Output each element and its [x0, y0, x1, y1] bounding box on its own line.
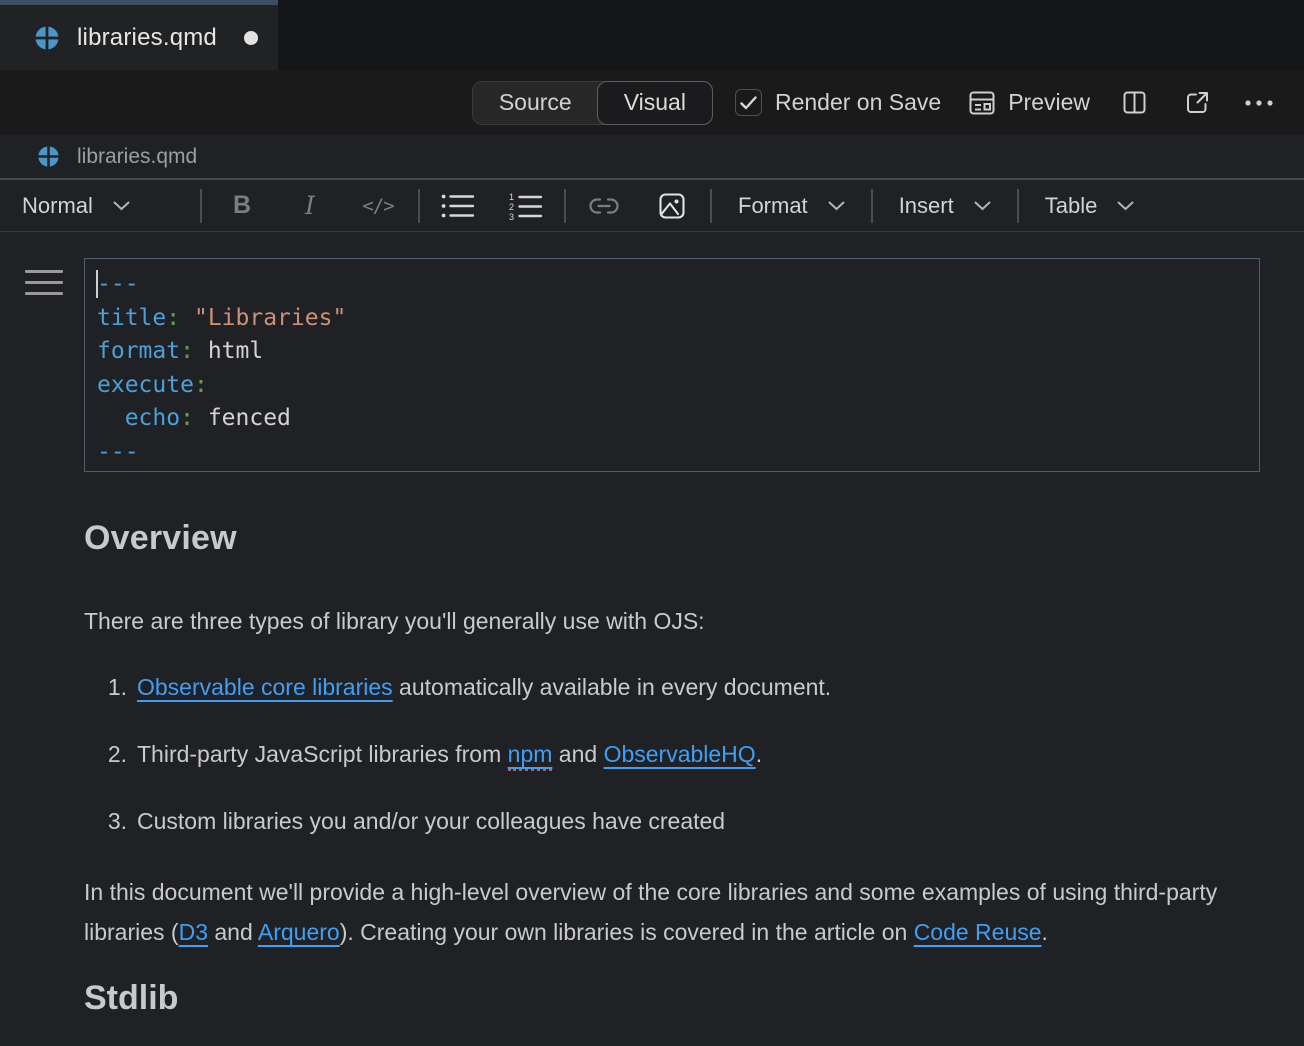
check-icon [740, 96, 757, 110]
table-menu-label: Table [1045, 193, 1098, 219]
tab-strip: libraries.qmd [0, 0, 1304, 70]
text-run: automatically available in every documen… [393, 674, 832, 700]
svg-text:1: 1 [509, 192, 514, 202]
list-number: 3. [103, 801, 127, 841]
list-item: 2.Third-party JavaScript libraries from … [103, 734, 1260, 774]
d3-link[interactable]: D3 [179, 919, 208, 945]
arquero-link[interactable]: Arquero [258, 919, 340, 945]
mode-toggle: Source Visual [472, 81, 713, 125]
preview-label: Preview [1008, 89, 1090, 116]
toolbar-separator [418, 189, 420, 223]
visual-editor-content: ---title: "Libraries"format: htmlexecute… [0, 232, 1304, 1018]
code-line: echo: fenced [97, 402, 1259, 436]
text-run: . [756, 741, 762, 767]
list-item: 1.Observable core libraries automaticall… [103, 667, 1260, 707]
paragraph-style-label: Normal [22, 193, 93, 219]
list-number: 2. [103, 734, 127, 774]
svg-text:2: 2 [509, 202, 514, 212]
svg-text:3: 3 [509, 212, 514, 220]
block-drag-handle-icon[interactable] [25, 270, 63, 303]
tab-title: libraries.qmd [77, 24, 217, 52]
text-run: . [1042, 919, 1048, 945]
insert-menu[interactable]: Insert [873, 193, 1017, 219]
intro-paragraph: There are three types of library you'll … [84, 601, 1234, 641]
list-item-text: Third-party JavaScript libraries from np… [137, 734, 762, 774]
preview-button[interactable]: Preview [967, 88, 1090, 118]
text-run: Third-party JavaScript libraries from [137, 741, 508, 767]
italic-icon[interactable]: I [276, 186, 344, 226]
list-item: 3. Custom libraries you and/or your colle… [103, 801, 1260, 841]
code-line: --- [97, 268, 1259, 302]
insert-menu-label: Insert [899, 193, 954, 219]
tab-libraries-qmd[interactable]: libraries.qmd [0, 0, 278, 70]
chevron-down-icon [1117, 201, 1134, 211]
text-run: ). Creating your own libraries is covere… [340, 919, 914, 945]
doc-paragraph: In this document we'll provide a high-le… [84, 872, 1234, 952]
open-preview-external-icon[interactable] [1184, 89, 1211, 116]
visual-mode-button[interactable]: Visual [597, 81, 713, 125]
bold-icon[interactable]: B [208, 186, 276, 226]
text-run: and [208, 919, 258, 945]
observablehq-link[interactable]: ObservableHQ [604, 741, 756, 767]
format-menu-label: Format [738, 193, 808, 219]
quarto-icon [37, 145, 60, 168]
text-run: and [552, 741, 603, 767]
numbered-list-icon[interactable]: 1 2 3 [492, 186, 560, 226]
section-heading-overview: Overview [84, 519, 1260, 558]
render-on-save-label: Render on Save [775, 89, 941, 116]
image-icon[interactable] [638, 186, 706, 226]
breadcrumb-filename: libraries.qmd [77, 145, 197, 169]
code-icon[interactable]: </> [344, 186, 412, 226]
section-heading-stdlib: Stdlib [84, 979, 1260, 1018]
npm-link[interactable]: npm [508, 741, 553, 771]
source-mode-button[interactable]: Source [473, 82, 598, 124]
editor-actions-toolbar: Source Visual Render on Save Prev [0, 70, 1304, 135]
format-toolbar: Normal B I </> 1 2 3 [0, 180, 1304, 232]
bulleted-list-icon[interactable] [424, 186, 492, 226]
text-cursor [96, 270, 98, 298]
doc-ordered-list: 1.Observable core libraries automaticall… [84, 667, 1260, 841]
yaml-code: ---title: "Libraries"format: htmlexecute… [97, 268, 1259, 469]
vscode-window: libraries.qmd Source Visual Render on Sa… [0, 0, 1304, 1046]
code-line: format: html [97, 335, 1259, 369]
split-editor-icon[interactable] [1121, 89, 1148, 116]
toolbar-separator [564, 189, 566, 223]
empty-tab-area [278, 0, 1304, 70]
code-line: --- [97, 436, 1259, 470]
link-icon[interactable] [570, 186, 638, 226]
chevron-down-icon [974, 201, 991, 211]
chevron-down-icon [113, 201, 130, 211]
code-line: title: "Libraries" [97, 302, 1259, 336]
breadcrumb[interactable]: libraries.qmd [0, 135, 1304, 178]
toolbar-separator [200, 189, 202, 223]
list-item-text: Observable core libraries automatically … [137, 667, 831, 707]
list-item-text: Custom libraries you and/or your colleag… [137, 801, 725, 841]
table-menu[interactable]: Table [1019, 193, 1161, 219]
chevron-down-icon [828, 201, 845, 211]
paragraph-style-dropdown[interactable]: Normal [22, 193, 200, 219]
code-line: execute: [97, 369, 1259, 403]
observable-core-libraries-link[interactable]: Observable core libraries [137, 674, 393, 700]
yaml-front-matter-block[interactable]: ---title: "Libraries"format: htmlexecute… [84, 258, 1260, 472]
render-on-save-checkbox[interactable] [735, 89, 762, 116]
format-menu[interactable]: Format [712, 193, 871, 219]
text-run: Custom libraries you and/or your colleag… [137, 808, 725, 834]
preview-icon [967, 88, 997, 118]
more-actions-icon[interactable] [1244, 99, 1274, 107]
list-number: 1. [103, 667, 127, 707]
code-reuse-link[interactable]: Code Reuse [914, 919, 1042, 945]
quarto-icon [34, 25, 60, 51]
modified-dot-icon[interactable] [244, 31, 258, 45]
